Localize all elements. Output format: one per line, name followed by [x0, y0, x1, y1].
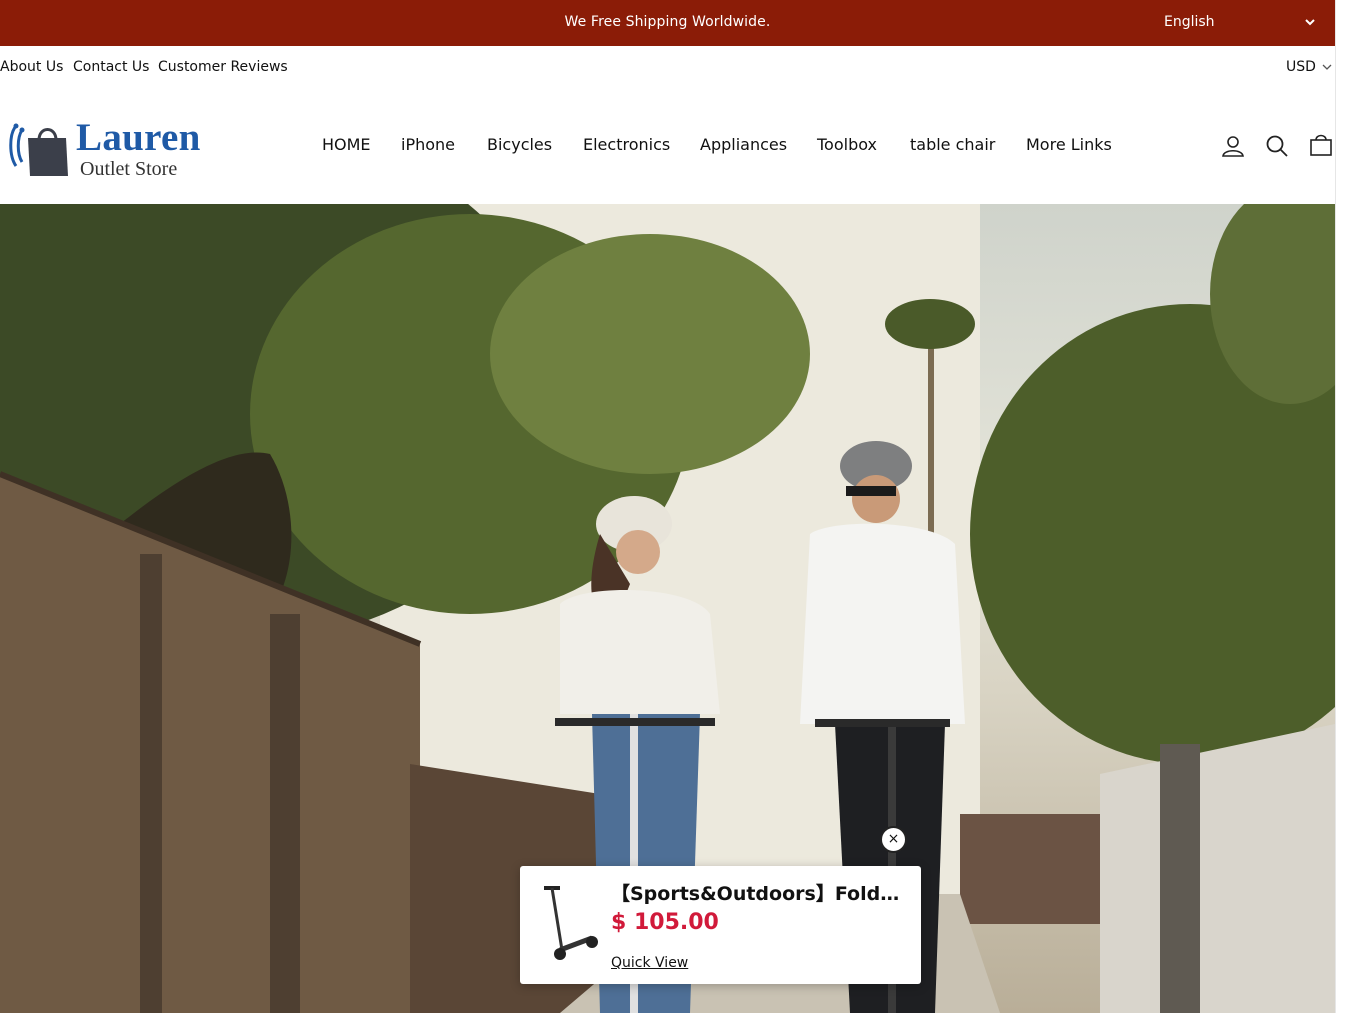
currency-selector[interactable]: USD	[1286, 59, 1316, 75]
nav-more-links[interactable]: More Links	[1026, 135, 1112, 154]
nav-bicycles[interactable]: Bicycles	[487, 135, 552, 154]
logo-tagline: Outlet Store	[80, 158, 178, 180]
nav-appliances[interactable]: Appliances	[700, 135, 787, 154]
customer-reviews-link[interactable]: Customer Reviews	[158, 59, 288, 75]
logo-wordmark: Lauren	[76, 116, 201, 159]
nav-iphone[interactable]: iPhone	[401, 135, 455, 154]
chevron-down-icon[interactable]	[1322, 63, 1332, 71]
announcement-text: We Free Shipping Worldwide.	[564, 14, 771, 30]
nav-toolbox[interactable]: Toolbox	[817, 135, 877, 154]
about-us-link[interactable]: About Us	[0, 59, 63, 75]
scrollbar[interactable]	[1335, 0, 1350, 1013]
utility-bar: About Us Contact Us Customer Reviews USD	[0, 46, 1335, 88]
scooter-product-image[interactable]	[534, 880, 600, 970]
contact-us-link[interactable]: Contact Us	[73, 59, 149, 75]
chevron-down-icon[interactable]	[1304, 16, 1316, 28]
nav-electronics[interactable]: Electronics	[583, 135, 670, 154]
site-header: Lauren Outlet Store HOME iPhone Bicycles…	[0, 88, 1335, 204]
cart-icon[interactable]	[1309, 133, 1333, 157]
popup-close-button[interactable]: ×	[880, 826, 907, 853]
language-selector[interactable]: English	[1164, 14, 1215, 30]
announcement-bar: We Free Shipping Worldwide. English	[0, 0, 1335, 46]
recent-purchase-popup: 【Sports&Outdoors】Foldable Electric Scoot…	[520, 866, 921, 984]
search-icon[interactable]	[1265, 134, 1289, 158]
nav-table-chair[interactable]: table chair	[910, 135, 995, 154]
store-logo[interactable]: Lauren Outlet Store	[6, 118, 206, 182]
account-icon[interactable]	[1221, 134, 1245, 158]
popup-product-price: $ 105.00	[611, 910, 719, 935]
popup-product-title[interactable]: 【Sports&Outdoors】Foldable Electric Scoot…	[611, 879, 911, 906]
quick-view-link[interactable]: Quick View	[611, 955, 688, 971]
nav-home[interactable]: HOME	[322, 135, 371, 154]
shopping-bag-logo-icon	[9, 123, 68, 176]
